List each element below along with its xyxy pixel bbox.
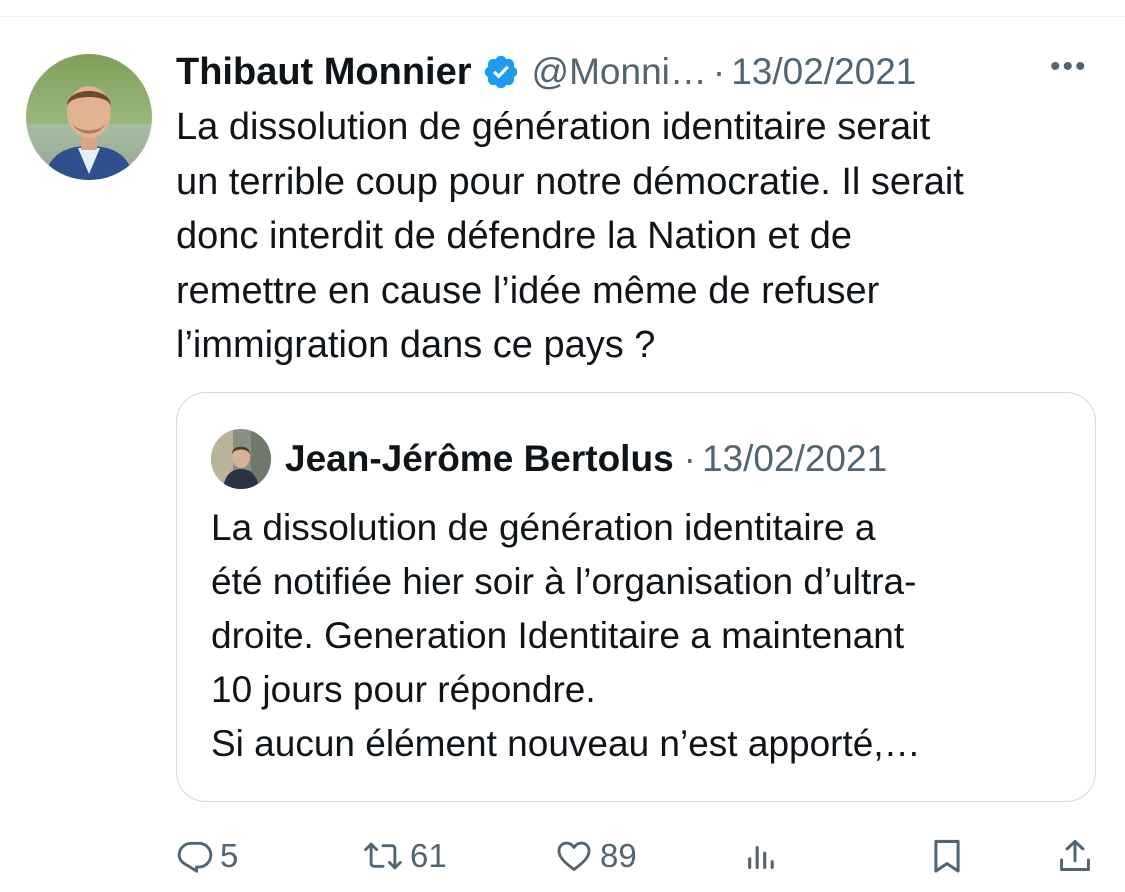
author-name[interactable]: Thibaut Monnier	[176, 51, 472, 94]
author-handle[interactable]: @Monni…	[532, 51, 707, 93]
tweet-text-line: remettre en cause l’idée même de refuser	[176, 269, 880, 312]
views-icon	[744, 837, 778, 875]
like-button[interactable]: 89	[554, 826, 637, 886]
header-separator: ·	[712, 51, 726, 92]
tweet-text: La dissolution de génération identitaire…	[176, 100, 1101, 373]
bookmark-icon	[928, 836, 966, 876]
tweet-text-line: La dissolution de génération identitaire…	[176, 106, 931, 148]
author-avatar[interactable]	[26, 54, 152, 180]
more-options-icon[interactable]: •••	[1050, 50, 1088, 84]
share-button[interactable]	[1056, 826, 1094, 886]
retweet-icon	[362, 837, 404, 875]
tweet-actions-bar: 5 61 89	[0, 826, 1125, 886]
tweet-date[interactable]: 13/02/2021	[731, 51, 916, 93]
tweet-header: Thibaut Monnier @Monni… · 13/02/2021	[176, 44, 1106, 100]
top-divider	[0, 16, 1125, 17]
quoted-tweet-date: 13/02/2021	[701, 438, 888, 479]
reply-count: 5	[220, 837, 239, 874]
quoted-author-avatar	[211, 429, 271, 489]
tweet-text-line: donc interdit de défendre la Nation et d…	[176, 215, 853, 257]
quoted-text-line: La dissolution de génération identitaire…	[211, 507, 876, 548]
bookmark-button[interactable]	[928, 826, 966, 886]
reply-button[interactable]: 5	[176, 826, 238, 886]
retweet-button[interactable]: 61	[362, 826, 447, 886]
quoted-header-separator: ·	[683, 438, 696, 479]
quoted-tweet-header: Jean-Jérôme Bertolus · 13/02/2021	[285, 431, 887, 487]
heart-icon	[554, 837, 594, 875]
verified-badge-icon	[482, 53, 520, 91]
quoted-text-line: 10 jours pour répondre.	[211, 669, 596, 710]
quoted-tweet-card[interactable]: Jean-Jérôme Bertolus · 13/02/2021 La dis…	[176, 392, 1096, 802]
quoted-text-line: été notifiée hier soir à l’organisation …	[211, 561, 917, 602]
quoted-tweet-text: La dissolution de génération identitaire…	[211, 501, 1071, 771]
like-count: 89	[600, 837, 637, 874]
views-button[interactable]	[744, 826, 778, 886]
tweet-text-line: l’immigration dans ce pays ?	[176, 324, 656, 366]
reply-icon	[176, 837, 214, 875]
retweet-count: 61	[410, 837, 447, 874]
tweet-text-line: un terrible coup pour notre démocratie. …	[176, 160, 964, 203]
share-icon	[1056, 836, 1094, 876]
quoted-author-name: Jean-Jérôme Bertolus	[285, 438, 674, 479]
quoted-text-line: Si aucun élément nouveau n’est apporté,…	[211, 723, 921, 764]
quoted-text-line: droite. Generation Identitaire a mainten…	[211, 615, 905, 656]
